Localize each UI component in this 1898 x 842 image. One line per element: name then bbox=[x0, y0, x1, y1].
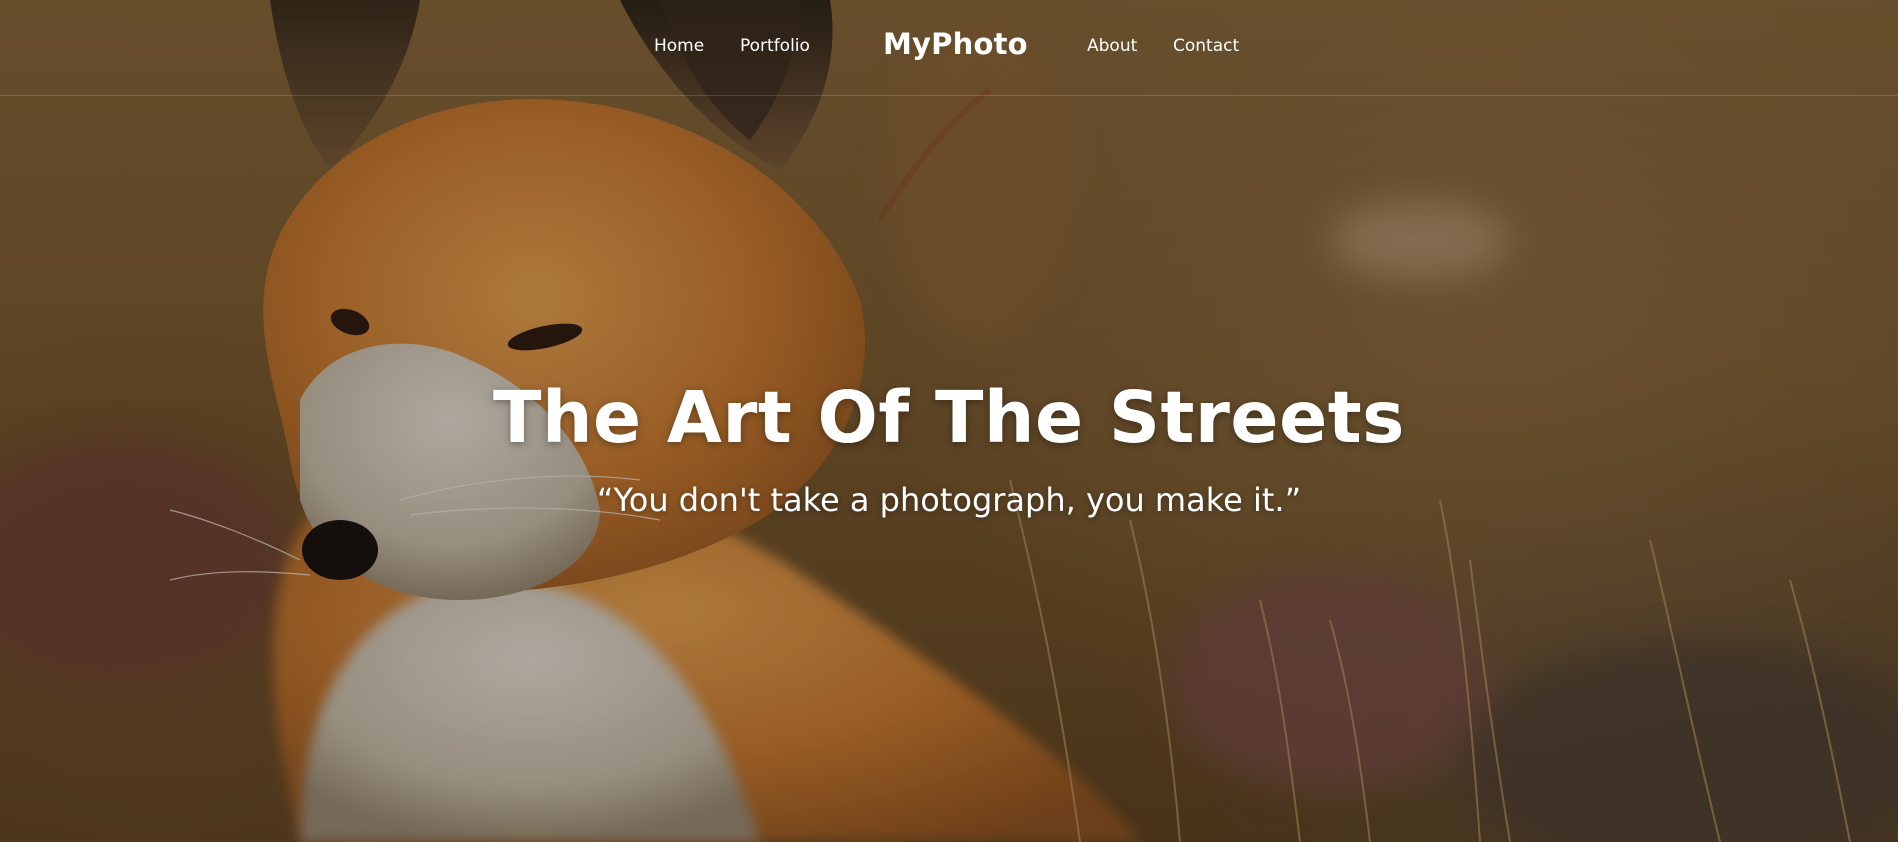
hero-title: The Art Of The Streets bbox=[493, 376, 1405, 459]
brand-logo[interactable]: MyPhoto bbox=[883, 27, 1028, 61]
nav-link-contact[interactable]: Contact bbox=[1173, 36, 1239, 56]
top-navbar: Home Portfolio MyPhoto About Contact bbox=[0, 0, 1898, 96]
nav-link-about[interactable]: About bbox=[1087, 36, 1137, 56]
nav-link-home[interactable]: Home bbox=[654, 36, 704, 56]
hero-quote: “You don't take a photograph, you make i… bbox=[596, 481, 1302, 519]
nav-link-portfolio[interactable]: Portfolio bbox=[740, 36, 810, 56]
